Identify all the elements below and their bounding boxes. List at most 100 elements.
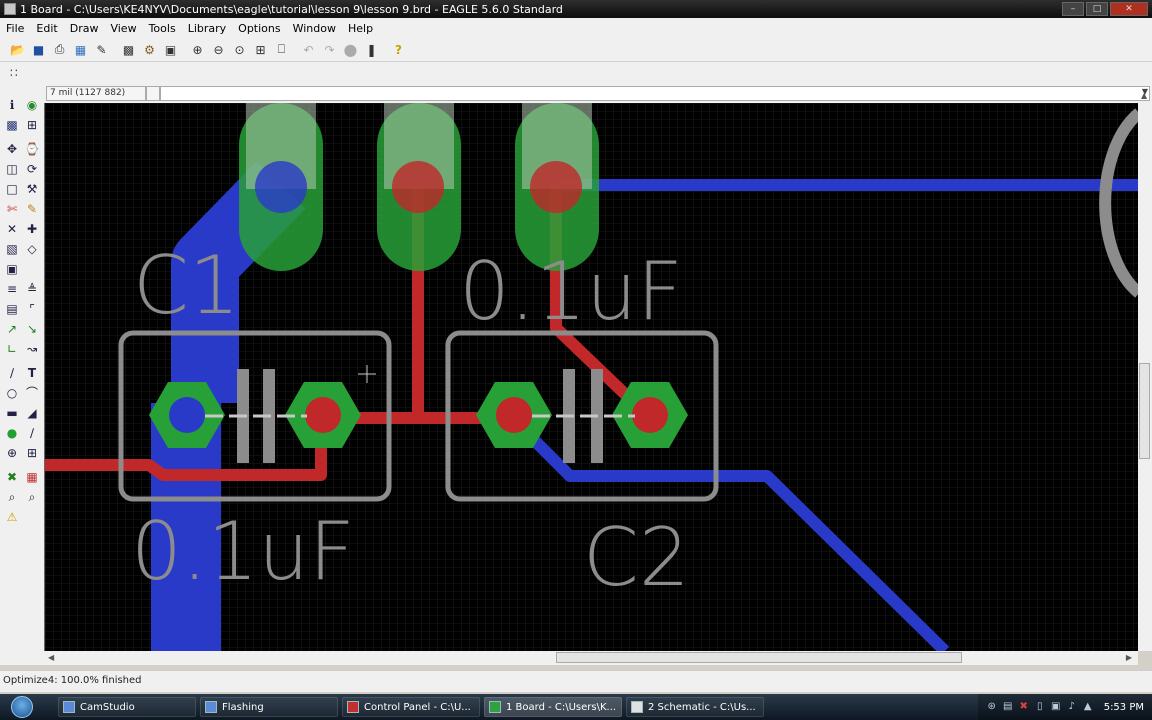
maximize-button[interactable]: □ [1086, 2, 1108, 16]
ripup-icon[interactable]: ↘ [24, 321, 40, 337]
c1-value-label: 0.1uF [131, 505, 355, 598]
print-icon[interactable]: ⎙ [50, 41, 69, 59]
zoom-fit-icon[interactable]: ▣ [161, 41, 180, 59]
arc-icon[interactable]: ⌒ [24, 385, 40, 401]
volume-icon[interactable]: ♪ [1066, 701, 1078, 713]
display-icon[interactable]: ▩ [4, 117, 20, 133]
task-control-panel[interactable]: Control Panel - C:\U... [342, 697, 480, 717]
vertical-scroll-thumb[interactable] [1139, 363, 1150, 459]
menu-draw[interactable]: Draw [64, 22, 105, 35]
grid-icon[interactable]: ∷ [10, 66, 26, 80]
board-canvas[interactable]: C1 0.1uF 0.1uF C2 [44, 103, 1138, 651]
optimize-icon[interactable]: ▤ [4, 301, 20, 317]
mirror-icon[interactable]: ◫ [4, 161, 20, 177]
attribute-icon[interactable]: ⊞ [24, 445, 40, 461]
add-icon[interactable]: ✚ [24, 221, 40, 237]
via-icon[interactable]: ● [4, 425, 20, 441]
bluetooth-icon[interactable]: ⊛ [986, 701, 998, 713]
ulp-icon[interactable]: ⚙ [140, 41, 159, 59]
vertical-scrollbar[interactable]: ▲ [1138, 91, 1152, 651]
drc-icon[interactable]: ⌕ [4, 489, 20, 505]
delete-tool-icon[interactable]: ✎ [24, 201, 40, 217]
horizontal-scrollbar[interactable]: ◀ ▶ [44, 651, 1138, 665]
menu-options[interactable]: Options [232, 22, 286, 35]
errors-icon[interactable]: ⌕ [24, 489, 40, 505]
line-icon[interactable]: ∕ [4, 365, 20, 381]
warning-icon[interactable]: ⚠ [4, 509, 20, 525]
minimize-button[interactable]: – [1062, 2, 1084, 16]
update-icon[interactable]: ▲ [1082, 701, 1094, 713]
task-label: 1 Board - C:\Users\K... [506, 701, 617, 713]
start-button[interactable] [0, 694, 44, 720]
delete-icon[interactable]: ✕ [4, 221, 20, 237]
close-button[interactable]: ✕ [1110, 2, 1148, 16]
menu-edit[interactable]: Edit [30, 22, 63, 35]
help-icon[interactable]: ? [389, 41, 408, 59]
scroll-up-icon[interactable]: ▲ [1141, 91, 1147, 100]
command-menu-button[interactable] [146, 86, 160, 101]
show-icon[interactable]: ◉ [24, 97, 40, 113]
layer-icon[interactable]: ▩ [119, 41, 138, 59]
save-icon[interactable]: ■ [29, 41, 48, 59]
monitor-icon[interactable]: ▣ [1050, 701, 1062, 713]
menu-tools[interactable]: Tools [143, 22, 182, 35]
auto-icon[interactable]: ▦ [24, 469, 40, 485]
task-camstudio[interactable]: CamStudio [58, 697, 196, 717]
circle-icon[interactable]: ○ [4, 385, 20, 401]
ratsnest-icon[interactable]: ✖ [4, 469, 20, 485]
change-icon[interactable]: ⚒ [24, 181, 40, 197]
task-schematic[interactable]: 2 Schematic - C:\Us... [626, 697, 764, 717]
eagle-app-icon [4, 3, 16, 15]
cam-icon[interactable]: ▦ [71, 41, 90, 59]
scroll-right-icon[interactable]: ▶ [1126, 653, 1132, 662]
task-flashing[interactable]: Flashing [200, 697, 338, 717]
text-icon[interactable]: T [24, 365, 40, 381]
copy-icon[interactable]: ⌚ [24, 141, 40, 157]
redo-icon[interactable]: ↷ [320, 41, 339, 59]
zoom-last-icon[interactable]: ⎕ [272, 41, 291, 59]
scroll-left-icon[interactable]: ◀ [48, 653, 54, 662]
group-icon[interactable]: □ [4, 181, 20, 197]
task-board[interactable]: 1 Board - C:\Users\K... [484, 697, 622, 717]
zoom-out-icon[interactable]: ⊖ [209, 41, 228, 59]
name-icon[interactable]: ▧ [4, 241, 20, 257]
rotate-icon[interactable]: ⟳ [24, 161, 40, 177]
network-icon[interactable]: ▤ [1002, 701, 1014, 713]
polygon-icon[interactable]: ◢ [24, 405, 40, 421]
wire-icon[interactable]: ∟ [4, 341, 20, 357]
menu-file[interactable]: File [0, 22, 30, 35]
rect-icon[interactable]: ▬ [4, 405, 20, 421]
horizontal-scroll-thumb[interactable] [556, 652, 962, 663]
lock-icon[interactable]: ▣ [4, 261, 20, 277]
menu-view[interactable]: View [104, 22, 142, 35]
move-icon[interactable]: ✥ [4, 141, 20, 157]
undo-icon[interactable]: ↶ [299, 41, 318, 59]
smash-icon[interactable]: ≡ [4, 281, 20, 297]
mark-icon[interactable]: ⊞ [24, 117, 40, 133]
signal-icon[interactable]: ↝ [24, 341, 40, 357]
zoom-redraw-icon[interactable]: ⊙ [230, 41, 249, 59]
menu-window[interactable]: Window [287, 22, 342, 35]
script-icon[interactable]: ✎ [92, 41, 111, 59]
window-title: 1 Board - C:\Users\KE4NYV\Documents\eagl… [20, 2, 563, 16]
clock[interactable]: 5:53 PM [1104, 702, 1144, 713]
command-input[interactable] [160, 86, 1150, 101]
open-icon[interactable]: 📂 [8, 41, 27, 59]
power-icon[interactable]: ▯ [1034, 701, 1046, 713]
go-icon[interactable]: ❚ [362, 41, 381, 59]
info-icon[interactable]: ℹ [4, 97, 20, 113]
split-icon[interactable]: ≜ [24, 281, 40, 297]
menu-help[interactable]: Help [342, 22, 379, 35]
security-icon[interactable]: ✖ [1018, 701, 1030, 713]
pad-icon[interactable]: ∕ [24, 425, 40, 441]
zoom-select-icon[interactable]: ⊞ [251, 41, 270, 59]
zoom-in-icon[interactable]: ⊕ [188, 41, 207, 59]
value-icon[interactable]: ◇ [24, 241, 40, 257]
stop-icon[interactable]: ⬤ [341, 41, 360, 59]
paste-icon[interactable]: ✄ [4, 201, 20, 217]
miter-icon[interactable]: ⌜ [24, 301, 40, 317]
board-icon [489, 701, 501, 713]
route-icon[interactable]: ↗ [4, 321, 20, 337]
hole-icon[interactable]: ⊕ [4, 445, 20, 461]
menu-library[interactable]: Library [182, 22, 232, 35]
